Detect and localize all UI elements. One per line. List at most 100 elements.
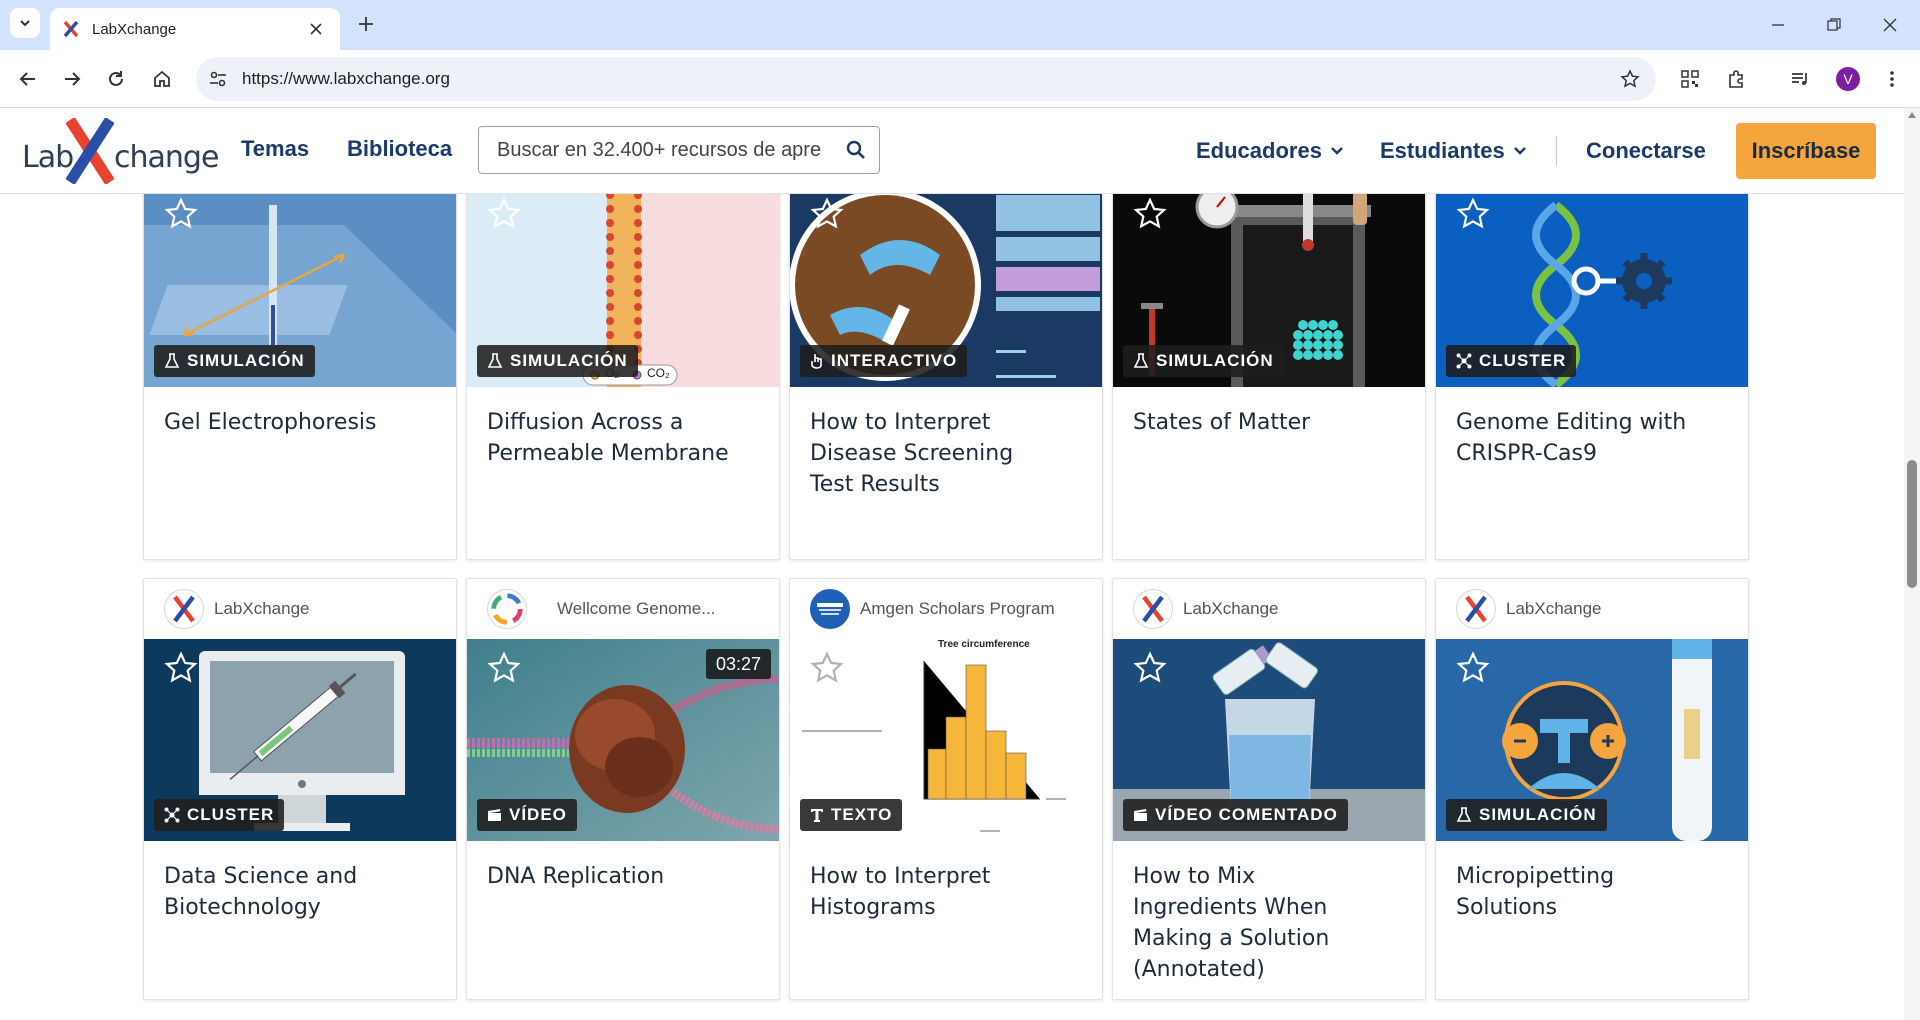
card-title: Genome Editing with CRISPR-Cas9 bbox=[1456, 410, 1687, 466]
favorite-star-icon[interactable] bbox=[487, 197, 521, 231]
browser-menu-button[interactable] bbox=[1876, 63, 1908, 95]
close-icon bbox=[310, 23, 322, 35]
forward-button[interactable] bbox=[56, 63, 88, 95]
minimize-icon bbox=[1772, 24, 1784, 26]
scrollbar-thumb[interactable] bbox=[1907, 460, 1917, 588]
favorite-star-icon[interactable] bbox=[810, 651, 844, 685]
nav-topics-link[interactable]: Temas bbox=[241, 136, 309, 162]
amgen-source-logo bbox=[810, 589, 850, 629]
students-dropdown[interactable]: Estudiantes bbox=[1380, 138, 1527, 164]
students-label: Estudiantes bbox=[1380, 138, 1505, 163]
resource-card[interactable]: CLUSTER Genome Editing with CRISPR-Cas9 bbox=[1435, 194, 1749, 560]
card-title: DNA Replication bbox=[487, 864, 665, 889]
card-title: How to Interpret Disease Screening Test … bbox=[810, 410, 1014, 497]
source-name: LabXchange bbox=[214, 599, 310, 618]
signup-button[interactable]: Inscríbase bbox=[1736, 123, 1876, 179]
browser-tab-bar: LabXchange bbox=[0, 0, 1920, 50]
card-thumbnail: SIMULACIÓN bbox=[144, 194, 456, 387]
card-thumbnail: CLUSTER bbox=[144, 639, 456, 841]
address-bar[interactable]: https://www.labxchange.org bbox=[196, 57, 1656, 101]
resource-card[interactable]: LabXchange SIMULACIÓN Micropipetting Sol… bbox=[1435, 578, 1749, 1000]
resource-card[interactable]: INTERACTIVO How to Interpret Disease Scr… bbox=[789, 194, 1103, 560]
home-icon bbox=[154, 70, 170, 87]
back-button[interactable] bbox=[12, 63, 44, 95]
reload-button[interactable] bbox=[100, 63, 132, 95]
browser-tab[interactable]: LabXchange bbox=[50, 8, 340, 50]
resource-card[interactable]: SIMULACIÓN Gel Electrophoresis bbox=[143, 194, 457, 560]
favorite-star-icon[interactable] bbox=[164, 651, 198, 685]
resource-card[interactable]: LabXchange CLUSTER Data Science and Biot… bbox=[143, 578, 457, 1000]
wellcome-genome-source-logo bbox=[487, 589, 527, 629]
chevron-down-icon bbox=[1513, 147, 1526, 155]
close-icon bbox=[1883, 18, 1897, 32]
card-thumbnail: SIMULACIÓN bbox=[1113, 194, 1425, 387]
flask-icon bbox=[164, 353, 180, 368]
qr-code-icon bbox=[1681, 70, 1699, 88]
search-icon bbox=[846, 140, 865, 159]
favorite-star-icon[interactable] bbox=[1133, 197, 1167, 231]
flask-icon bbox=[1456, 807, 1472, 822]
tab-close-button[interactable] bbox=[304, 17, 328, 41]
text-t-icon bbox=[811, 809, 823, 822]
card-source: Amgen Scholars Program bbox=[790, 579, 1102, 639]
search-button[interactable] bbox=[833, 127, 879, 173]
card-title: Gel Electrophoresis bbox=[164, 410, 377, 435]
close-window-button[interactable] bbox=[1862, 0, 1918, 50]
labxchange-logo[interactable]: Lab change bbox=[22, 118, 219, 184]
favorite-star-icon[interactable] bbox=[1456, 197, 1490, 231]
favorite-star-icon[interactable] bbox=[487, 651, 521, 685]
co2-label: CO₂ bbox=[647, 366, 670, 380]
url-text: https://www.labxchange.org bbox=[242, 69, 450, 88]
cluster-icon bbox=[1456, 353, 1472, 369]
favorite-star-icon[interactable] bbox=[1133, 651, 1167, 685]
resource-card[interactable]: O₂ CO₂ SIMULACIÓN Diffusion Across a Per… bbox=[466, 194, 780, 560]
source-name: Wellcome Genome... bbox=[557, 599, 716, 618]
source-name: Amgen Scholars Program bbox=[860, 599, 1055, 618]
favorite-star-icon[interactable] bbox=[164, 197, 198, 231]
new-tab-button[interactable] bbox=[352, 10, 380, 38]
tab-search-button[interactable] bbox=[10, 8, 40, 38]
page-scrollbar[interactable] bbox=[1904, 108, 1920, 1020]
puzzle-icon bbox=[1729, 70, 1743, 88]
minimize-button[interactable] bbox=[1750, 0, 1806, 50]
type-badge: VÍDEO bbox=[477, 799, 577, 831]
extensions-button[interactable] bbox=[1720, 63, 1752, 95]
home-button[interactable] bbox=[146, 63, 178, 95]
playlist-music-icon bbox=[1792, 73, 1807, 85]
bookmark-button[interactable] bbox=[1612, 61, 1648, 97]
profile-button[interactable]: V bbox=[1832, 63, 1864, 95]
arrow-left-icon bbox=[19, 72, 35, 86]
favorite-star-icon[interactable] bbox=[1456, 651, 1490, 685]
nav-library-link[interactable]: Biblioteca bbox=[347, 136, 452, 162]
flask-icon bbox=[1133, 353, 1149, 368]
video-duration: 03:27 bbox=[705, 649, 771, 679]
favorite-star-icon[interactable] bbox=[810, 197, 844, 231]
login-link[interactable]: Conectarse bbox=[1586, 138, 1706, 164]
arrow-right-icon bbox=[65, 72, 81, 86]
media-controls-button[interactable] bbox=[1784, 63, 1816, 95]
card-title: How to Interpret Histograms bbox=[810, 864, 991, 920]
resource-card[interactable]: Wellcome Genome... 03:27 VÍDEO DNA Repli… bbox=[466, 578, 780, 1000]
histogram-chart-title: Tree circumference bbox=[938, 639, 1030, 650]
card-thumbnail: O₂ CO₂ SIMULACIÓN bbox=[467, 194, 779, 387]
qr-code-button[interactable] bbox=[1674, 63, 1706, 95]
card-source: LabXchange bbox=[1113, 579, 1425, 639]
type-badge: CLUSTER bbox=[1446, 345, 1577, 377]
search-placeholder: Buscar en 32.400+ recursos de apre bbox=[497, 138, 822, 161]
search-input[interactable]: Buscar en 32.400+ recursos de apre bbox=[478, 126, 880, 174]
scroll-up-arrow-icon[interactable] bbox=[1908, 112, 1916, 118]
site-info-button[interactable] bbox=[200, 61, 236, 97]
card-title: Micropipetting Solutions bbox=[1456, 864, 1615, 920]
reload-icon bbox=[109, 71, 123, 86]
educators-dropdown[interactable]: Educadores bbox=[1196, 138, 1344, 164]
restore-button[interactable] bbox=[1806, 0, 1862, 50]
resource-card[interactable]: LabXchange VÍDEO COMENTADO How to Mix In… bbox=[1112, 578, 1426, 1000]
resource-card[interactable]: SIMULACIÓN States of Matter bbox=[1112, 194, 1426, 560]
avatar: V bbox=[1836, 67, 1860, 91]
resource-grid: SIMULACIÓN Gel Electrophoresis CO₂ SIMUL… bbox=[0, 194, 1904, 1020]
card-thumbnail: 03:27 VÍDEO bbox=[467, 639, 779, 841]
resource-card[interactable]: Amgen Scholars Program Tree circumferenc… bbox=[789, 578, 1103, 1000]
card-source: Wellcome Genome... bbox=[467, 579, 779, 639]
pointer-hand-icon bbox=[811, 354, 822, 369]
labxchange-source-logo bbox=[1456, 589, 1496, 629]
